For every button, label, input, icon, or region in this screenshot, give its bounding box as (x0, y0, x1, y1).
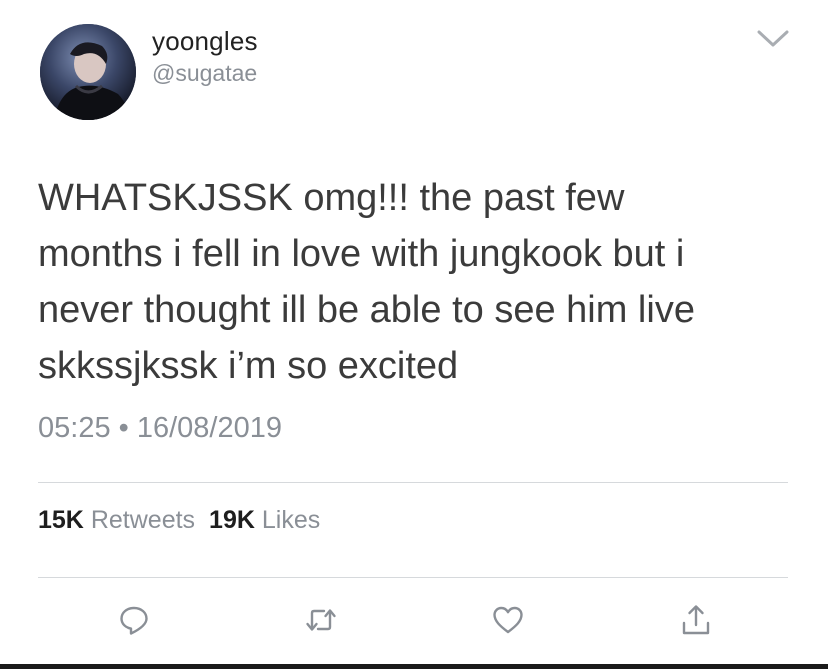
tweet-time: 05:25 (38, 412, 111, 444)
reply-icon (120, 606, 148, 635)
likes-stat[interactable]: 19K Likes (209, 506, 320, 534)
divider (38, 482, 788, 483)
reply-button[interactable] (114, 600, 154, 640)
retweets-count: 15K (38, 506, 84, 534)
user-handle[interactable]: @sugatae (152, 60, 257, 87)
tweet-text: WHATSKJSSK omg!!! the past few months i … (38, 177, 695, 387)
avatar[interactable] (40, 24, 136, 120)
retweets-stat[interactable]: 15K Retweets (38, 506, 195, 534)
share-button[interactable] (676, 600, 716, 640)
like-icon (493, 606, 523, 634)
action-bar (0, 600, 828, 648)
tweet-timestamp: 05:25 • 16/08/2019 (38, 412, 282, 445)
timestamp-separator: • (118, 412, 129, 444)
likes-label: Likes (261, 506, 321, 534)
chevron-down-icon[interactable] (756, 28, 790, 50)
tweet-stats: 15K Retweets 19K Likes (38, 506, 320, 535)
display-name[interactable]: yoongles (152, 26, 258, 57)
profile-photo-icon (40, 24, 136, 120)
like-button[interactable] (488, 600, 528, 640)
divider (38, 577, 788, 578)
share-icon (682, 605, 710, 635)
retweet-icon (306, 609, 336, 631)
retweet-button[interactable] (301, 600, 341, 640)
likes-count: 19K (209, 506, 255, 534)
retweets-label: Retweets (90, 506, 196, 534)
tweet-date: 16/08/2019 (136, 412, 283, 444)
bottom-border (0, 664, 828, 669)
